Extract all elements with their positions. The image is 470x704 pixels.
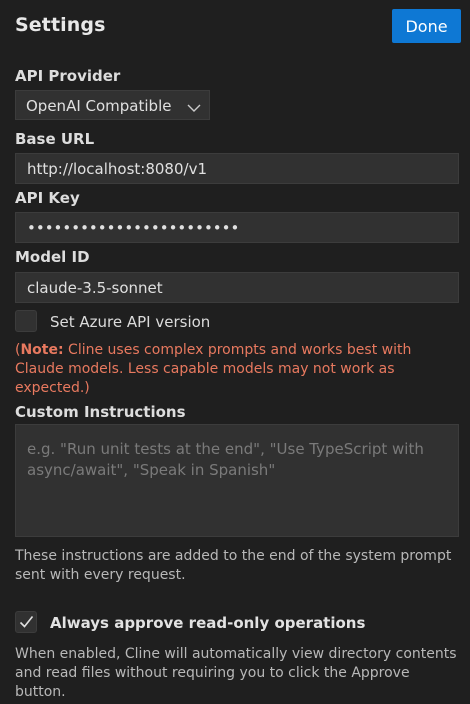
base-url-input[interactable] bbox=[15, 153, 459, 184]
always-approve-label: Always approve read-only operations bbox=[50, 614, 366, 632]
api-provider-select[interactable]: OpenAI Compatible bbox=[15, 90, 210, 120]
done-button[interactable]: Done bbox=[392, 9, 461, 43]
model-compatibility-note: (Note: Cline uses complex prompts and wo… bbox=[15, 341, 455, 398]
api-key-input[interactable] bbox=[15, 212, 459, 243]
always-approve-checkbox[interactable] bbox=[15, 611, 37, 633]
api-provider-selected-value: OpenAI Compatible bbox=[26, 97, 172, 115]
checkmark-icon bbox=[19, 616, 34, 628]
model-id-input[interactable] bbox=[15, 272, 459, 303]
api-provider-label: API Provider bbox=[15, 67, 121, 85]
page-title: Settings bbox=[15, 14, 106, 36]
chevron-down-icon bbox=[187, 99, 201, 112]
custom-instructions-label: Custom Instructions bbox=[15, 403, 186, 421]
custom-instructions-help: These instructions are added to the end … bbox=[15, 548, 452, 583]
always-approve-help: When enabled, Cline will automatically v… bbox=[15, 646, 457, 700]
api-key-label: API Key bbox=[15, 189, 80, 207]
settings-header: Settings Done bbox=[0, 0, 470, 54]
base-url-label: Base URL bbox=[15, 130, 95, 148]
azure-api-version-label: Set Azure API version bbox=[50, 313, 211, 331]
model-id-label: Model ID bbox=[15, 248, 90, 266]
custom-instructions-textarea[interactable] bbox=[15, 424, 459, 537]
azure-api-version-checkbox[interactable] bbox=[15, 310, 37, 332]
note-text: Cline uses complex prompts and works bes… bbox=[15, 342, 412, 396]
note-prefix: Note: bbox=[20, 342, 64, 358]
